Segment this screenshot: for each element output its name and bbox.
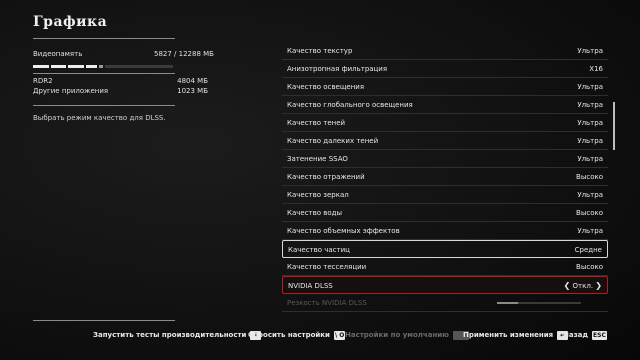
apply-changes-button[interactable]: Применить изменения ↵	[463, 329, 569, 341]
vram-value: 5827 / 12288 МБ	[154, 50, 214, 58]
setting-label: Качество зеркал	[287, 191, 349, 199]
defaults-label: Настройки по умолчанию	[345, 331, 449, 339]
vram-usage-bar	[33, 65, 173, 68]
setting-anisotropic-filtering[interactable]: Анизотропная фильтрация X16	[282, 60, 608, 78]
setting-value: Ультра	[577, 83, 603, 91]
divider	[33, 38, 175, 39]
setting-value: Ультра	[577, 155, 603, 163]
setting-value: Высоко	[576, 263, 603, 271]
other-apps-label: Другие приложения	[33, 87, 109, 95]
setting-value: Высоко	[576, 209, 603, 217]
setting-reflection-quality[interactable]: Качество отражений Высоко	[282, 168, 608, 186]
reset-settings-button[interactable]: Сбросить настройки \ O	[248, 329, 346, 341]
benchmark-label: Запустить тесты производительности	[93, 331, 247, 339]
setting-nvidia-dlss[interactable]: NVIDIA DLSS ❮ Откл. ❯	[282, 276, 608, 294]
setting-label: Качество воды	[287, 209, 343, 217]
setting-label: Качество объемных эффектов	[287, 227, 400, 235]
rdr2-value: 4804 МБ	[177, 77, 208, 85]
other-apps-row: Другие приложения 1023 МБ	[33, 87, 208, 95]
setting-value: Ультра	[577, 47, 603, 55]
setting-value: Ультра	[577, 191, 603, 199]
setting-label: Качество тесселяции	[287, 263, 367, 271]
page-title: Графика	[33, 14, 108, 30]
setting-value: Ультра	[577, 227, 603, 235]
setting-label: Качество частиц	[288, 246, 350, 254]
esc-key-icon: ESC	[592, 330, 607, 340]
rdr2-label: RDR2	[33, 77, 53, 85]
vram-row: Видеопамять 5827 / 12288 МБ	[33, 50, 214, 58]
default-settings-button[interactable]: Настройки по умолчанию	[345, 329, 469, 341]
divider	[33, 320, 175, 321]
setting-label: Качество отражений	[287, 173, 365, 181]
rdr2-row: RDR2 4804 МБ	[33, 77, 208, 85]
setting-label: Анизотропная фильтрация	[287, 65, 388, 73]
setting-particle-quality[interactable]: Качество частиц Средне	[282, 240, 608, 258]
back-label: Назад	[563, 331, 589, 339]
setting-value: Средне	[574, 246, 602, 254]
slider-fill	[497, 302, 518, 304]
setting-volumetrics-quality[interactable]: Качество объемных эффектов Ультра	[282, 222, 608, 240]
divider	[33, 73, 175, 74]
other-apps-value: 1023 МБ	[177, 87, 208, 95]
footer-actions: Запустить тесты производительности I Сбро…	[0, 329, 640, 341]
setting-value: Ультра	[577, 101, 603, 109]
benchmark-button[interactable]: Запустить тесты производительности I	[93, 329, 262, 341]
apply-label: Применить изменения	[463, 331, 554, 339]
chevron-right-icon[interactable]: ❯	[595, 281, 602, 290]
chevron-left-icon[interactable]: ❮	[564, 281, 571, 290]
setting-label: NVIDIA DLSS	[288, 282, 333, 290]
setting-label: Качество глобального освещения	[287, 101, 413, 109]
setting-texture-quality[interactable]: Качество текстур Ультра	[282, 42, 608, 60]
setting-value: Откл.	[572, 282, 594, 290]
setting-tessellation-quality[interactable]: Качество тесселяции Высоко	[282, 258, 608, 276]
scrollbar[interactable]	[613, 102, 615, 150]
setting-label: Качество теней	[287, 119, 346, 127]
sharpness-slider	[497, 302, 581, 304]
setting-global-illumination[interactable]: Качество глобального освещения Ультра	[282, 96, 608, 114]
setting-value: Высоко	[576, 173, 603, 181]
reset-label: Сбросить настройки	[248, 331, 330, 339]
setting-label: Резкость NVIDIA DLSS	[287, 299, 367, 307]
setting-label: Затенение SSAO	[287, 155, 348, 163]
setting-description: Выбрать режим качество для DLSS.	[33, 114, 166, 122]
setting-selector: ❮ Откл. ❯	[564, 277, 602, 295]
setting-ssao[interactable]: Затенение SSAO Ультра	[282, 150, 608, 168]
settings-list: Качество текстур Ультра Анизотропная фил…	[282, 42, 608, 312]
setting-dlss-sharpness: Резкость NVIDIA DLSS	[282, 294, 608, 312]
setting-mirror-quality[interactable]: Качество зеркал Ультра	[282, 186, 608, 204]
setting-value: X16	[589, 65, 603, 73]
setting-value: Ультра	[577, 119, 603, 127]
key-hint-icon: \ O	[333, 330, 346, 340]
setting-label: Качество далеких теней	[287, 137, 379, 145]
setting-value: Ультра	[577, 137, 603, 145]
vram-label: Видеопамять	[33, 50, 83, 58]
setting-lighting-quality[interactable]: Качество освещения Ультра	[282, 78, 608, 96]
setting-shadow-quality[interactable]: Качество теней Ультра	[282, 114, 608, 132]
setting-far-shadow-quality[interactable]: Качество далеких теней Ультра	[282, 132, 608, 150]
setting-label: Качество текстур	[287, 47, 353, 55]
back-button[interactable]: Назад ESC	[563, 329, 607, 341]
divider	[33, 105, 175, 106]
setting-label: Качество освещения	[287, 83, 365, 91]
setting-water-quality[interactable]: Качество воды Высоко	[282, 204, 608, 222]
